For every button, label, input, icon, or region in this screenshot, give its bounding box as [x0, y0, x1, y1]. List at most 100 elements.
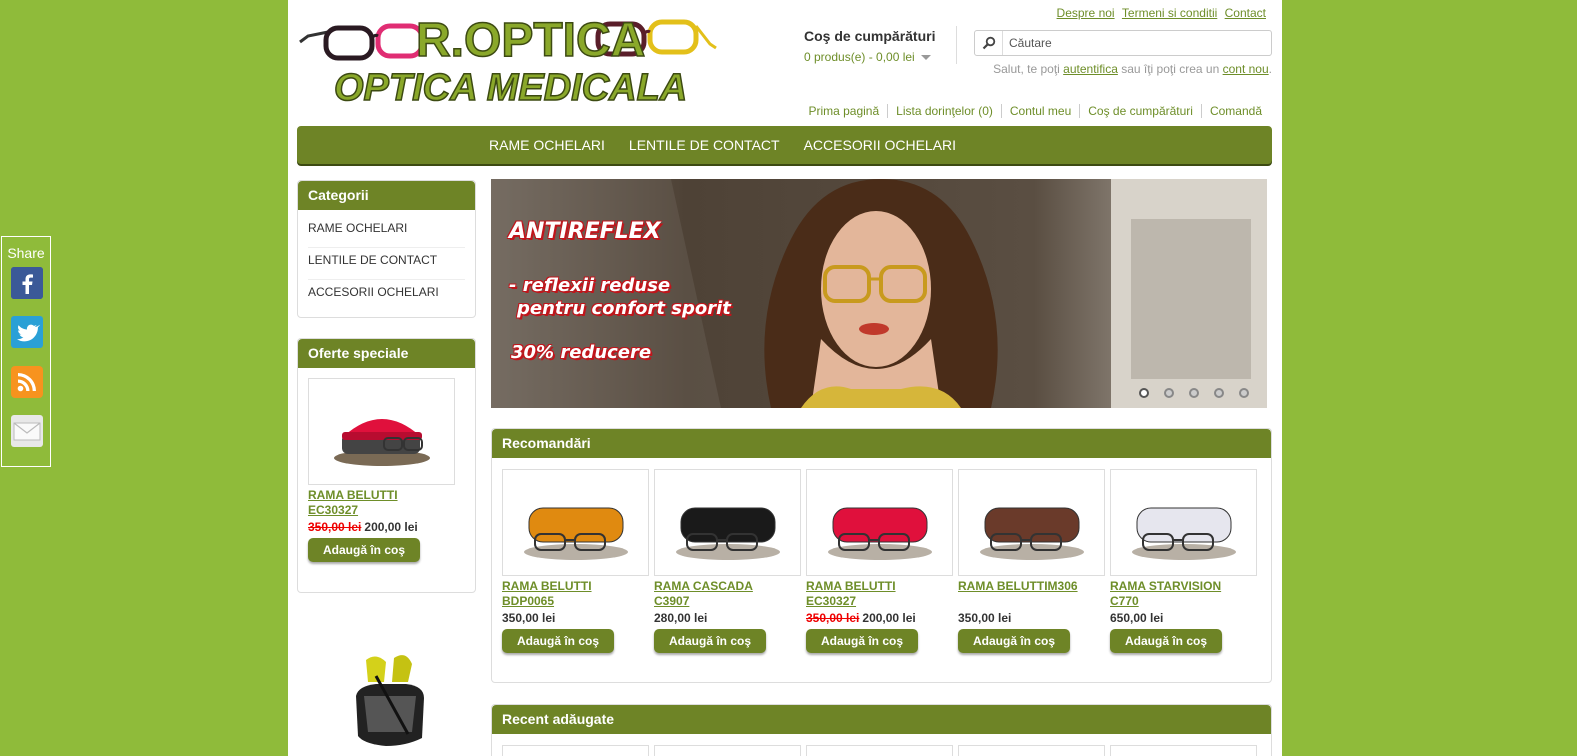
product-image[interactable]	[1110, 745, 1257, 756]
add-to-cart-button[interactable]: Adaugă în coş	[1110, 629, 1223, 653]
slideshow-pagination	[1124, 388, 1249, 398]
product-name-line2: BDP0065	[502, 594, 555, 608]
slide-line2: pentru confort sporit	[517, 298, 731, 319]
product-image[interactable]	[1110, 469, 1257, 576]
product-image[interactable]	[308, 378, 455, 485]
add-to-cart-button[interactable]: Adaugă în coş	[654, 629, 767, 653]
sidebar-promo-image[interactable]	[346, 646, 432, 756]
product-name[interactable]: RAMA BELUTTIM306	[958, 579, 1105, 609]
product-name-line1: RAMA BELUTTIM306	[958, 579, 1078, 593]
cart-total[interactable]: 0 produs(e) - 0,00 lei	[804, 50, 935, 64]
facebook-share-button[interactable]	[11, 267, 43, 299]
recent-box: Recent adăugate	[491, 704, 1272, 756]
product-image[interactable]	[958, 469, 1105, 576]
product-name-line1: RAMA BELUTTI	[502, 579, 592, 593]
chevron-down-icon	[920, 55, 931, 61]
product-name[interactable]: RAMA BELUTTI EC30327	[308, 488, 475, 518]
slide-dot[interactable]	[1189, 388, 1199, 398]
welcome-message: Salut, te poţi autentifica sau îţi poţi …	[993, 62, 1272, 76]
main-menu: RAME OCHELARI LENTILE DE CONTACT ACCESOR…	[297, 126, 1272, 164]
nav-cart[interactable]: Coş de cumpărături	[1079, 104, 1201, 118]
glasses-case-image	[675, 507, 780, 560]
product-name-line1: RAMA BELUTTI	[308, 488, 398, 502]
link-about[interactable]: Despre noi	[1057, 6, 1115, 20]
product-image[interactable]	[958, 745, 1105, 756]
add-to-cart-button[interactable]: Adaugă în coş	[958, 629, 1071, 653]
share-panel: Share	[1, 236, 51, 467]
nav-wishlist[interactable]: Lista dorinţelor (0)	[887, 104, 1001, 118]
rss-icon	[11, 366, 43, 398]
welcome-middle: sau îţi poţi crea un	[1117, 62, 1223, 76]
categories-box: Categorii RAME OCHELARI LENTILE DE CONTA…	[297, 180, 476, 318]
product-price: 280,00 lei	[654, 611, 801, 625]
product-name[interactable]: RAMA STARVISION C770	[1110, 579, 1257, 609]
product-name-line2: EC30327	[308, 503, 359, 517]
account-nav: Prima pagină Lista dorinţelor (0) Contul…	[800, 104, 1262, 118]
welcome-suffix: .	[1268, 62, 1272, 76]
recommended-title: Recomandări	[492, 429, 1271, 458]
link-terms[interactable]: Termeni si conditii	[1122, 6, 1217, 20]
product-name-line1: RAMA STARVISION	[1110, 579, 1222, 593]
product-image[interactable]	[806, 745, 953, 756]
product-grid: RAMA BELUTTI BDP0065 350,00 lei Adaugă în c…	[492, 458, 1271, 653]
product-image[interactable]	[654, 469, 801, 576]
slide-dot[interactable]	[1214, 388, 1224, 398]
category-item-contact-lenses[interactable]: LENTILE DE CONTACT	[308, 248, 465, 280]
product-price: 350,00 lei 200,00 lei	[806, 611, 953, 625]
product-image[interactable]	[654, 745, 801, 756]
category-item-accessories[interactable]: ACCESORII OCHELARI	[308, 280, 465, 312]
product-card	[502, 745, 649, 756]
menu-item-frames[interactable]: RAME OCHELARI	[489, 137, 605, 153]
glasses-case-image	[333, 418, 430, 466]
add-to-cart-button[interactable]: Adaugă în coş	[502, 629, 615, 653]
product-price: 650,00 lei	[1110, 611, 1257, 625]
login-link[interactable]: autentifica	[1063, 62, 1118, 76]
nav-checkout[interactable]: Comandă	[1200, 104, 1262, 118]
cart-summary[interactable]: Coş de cumpărături 0 produs(e) - 0,00 le…	[804, 28, 935, 64]
product-name[interactable]: RAMA BELUTTI BDP0065	[502, 579, 649, 609]
register-link[interactable]: cont nou	[1223, 62, 1269, 76]
add-to-cart-button[interactable]: Adaugă în coş	[806, 629, 919, 653]
specials-title: Oferte speciale	[298, 339, 475, 368]
nav-account[interactable]: Contul meu	[1000, 104, 1079, 118]
slide-dot[interactable]	[1239, 388, 1249, 398]
link-contact[interactable]: Contact	[1225, 6, 1266, 20]
search-button[interactable]	[975, 31, 1003, 55]
product-name[interactable]: RAMA CASCADA C3907	[654, 579, 801, 609]
email-icon	[11, 415, 43, 447]
twitter-share-button[interactable]	[11, 316, 43, 348]
nav-home[interactable]: Prima pagină	[800, 104, 887, 118]
category-item-frames[interactable]: RAME OCHELARI	[308, 216, 465, 248]
glasses-case-image	[523, 507, 628, 560]
slide-dot[interactable]	[1164, 388, 1174, 398]
product-name[interactable]: RAMA BELUTTI EC30327	[806, 579, 953, 609]
new-price: 200,00 lei	[364, 520, 418, 534]
search-bar	[974, 30, 1272, 56]
header-divider	[956, 26, 957, 64]
add-to-cart-button[interactable]: Adaugă în coş	[308, 538, 421, 562]
promo-slideshow[interactable]: ANTIREFLEX - reflexii reduse pentru conf…	[491, 179, 1267, 408]
share-label: Share	[7, 245, 45, 261]
recent-title: Recent adăugate	[492, 705, 1271, 734]
product-image[interactable]	[502, 745, 649, 756]
new-price: 650,00 lei	[1110, 611, 1164, 625]
slide-dot[interactable]	[1139, 388, 1149, 398]
search-input[interactable]	[1003, 36, 1263, 50]
product-price: 350,00 lei	[958, 611, 1105, 625]
email-share-button[interactable]	[11, 415, 43, 447]
menu-item-accessories[interactable]: ACCESORII OCHELARI	[804, 137, 956, 153]
categories-list: RAME OCHELARI LENTILE DE CONTACT ACCESOR…	[298, 210, 475, 312]
new-price: 280,00 lei	[654, 611, 708, 625]
product-card: RAMA BELUTTIM306 350,00 lei Adaugă în coş	[958, 469, 1105, 653]
product-card	[1110, 745, 1257, 756]
rss-share-button[interactable]	[11, 366, 43, 398]
menu-item-contact-lenses[interactable]: LENTILE DE CONTACT	[629, 137, 780, 153]
site-logo[interactable]: R.OPTICA OPTICA MEDICALA	[298, 4, 718, 108]
recommended-box: Recomandări RAMA BELUTTI BDP0065 350,00 le…	[491, 428, 1272, 683]
recent-product-grid	[492, 734, 1271, 756]
top-links: Despre noi Termeni si conditii Contact	[1053, 6, 1266, 20]
product-image[interactable]	[806, 469, 953, 576]
logo-tagline-text: OPTICA MEDICALA	[334, 67, 687, 108]
product-card: RAMA CASCADA C3907 280,00 lei Adaugă în coş	[654, 469, 801, 653]
product-image[interactable]	[502, 469, 649, 576]
